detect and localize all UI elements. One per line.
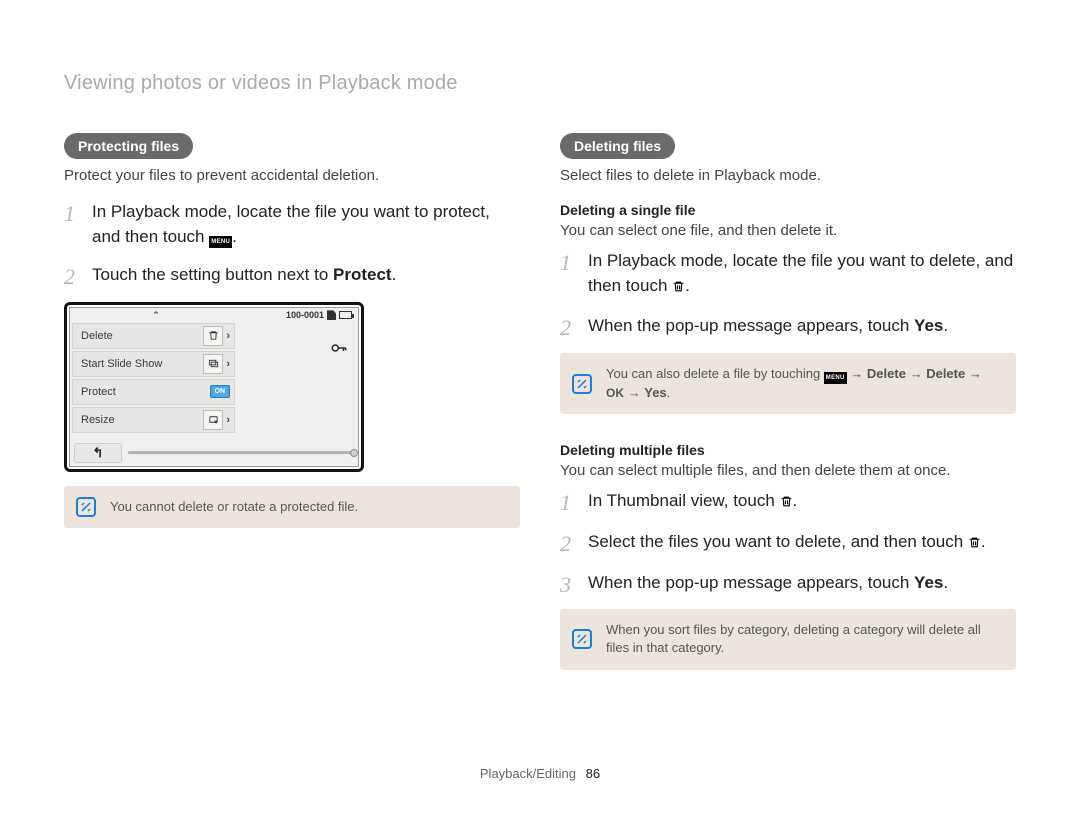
image-counter: 100-0001 (286, 310, 324, 320)
back-arrow-icon: ↰ (93, 445, 104, 461)
note-delete-single: You can also delete a file by touching M… (560, 353, 1016, 414)
step-text: When the pop-up message appears, touch (588, 573, 914, 592)
step-text: Touch the setting button next to (92, 265, 333, 284)
step-text: . (981, 532, 986, 551)
resize-icon (203, 410, 223, 430)
note-icon (572, 374, 592, 394)
step-text: . (793, 491, 798, 510)
arrow-sep: → (910, 366, 927, 381)
multi-lead: You can select multiple files, and then … (560, 462, 1016, 479)
list-item: In Playback mode, locate the file you wa… (560, 249, 1016, 300)
note-text: . (667, 385, 671, 400)
footer-section: Playback/Editing (480, 766, 576, 781)
list-item: In Playback mode, locate the file you wa… (64, 200, 520, 249)
subhead-multi: Deleting multiple files (560, 442, 1016, 458)
right-column: Deleting files Select files to delete in… (560, 133, 1016, 670)
device-menu-slideshow[interactable]: Start Slide Show › (72, 351, 235, 377)
note-text-bold: Delete (867, 366, 906, 381)
trash-icon (203, 326, 223, 346)
step-text-bold: Yes (914, 316, 943, 335)
deleting-lead: Select files to delete in Playback mode. (560, 167, 1016, 184)
section-pill-protecting: Protecting files (64, 133, 193, 159)
step-text: In Playback mode, locate the file you wa… (92, 202, 490, 246)
trash-icon (968, 532, 981, 557)
chevron-right-icon: › (226, 330, 230, 342)
step-text: . (685, 276, 690, 295)
subhead-single: Deleting a single file (560, 202, 1016, 218)
arrow-sep: → (969, 366, 982, 381)
note-delete-multi: When you sort files by category, deletin… (560, 609, 1016, 669)
note-text: You cannot delete or rotate a protected … (110, 499, 358, 514)
device-menu-protect[interactable]: Protect ON (72, 379, 235, 405)
step-text: In Playback mode, locate the file you wa… (588, 251, 1013, 295)
breadcrumb: Viewing photos or videos in Playback mod… (64, 72, 1016, 95)
note-icon (572, 629, 592, 649)
menu-label: Delete (81, 330, 113, 342)
menu-label: Resize (81, 414, 115, 426)
left-column: Protecting files Protect your files to p… (64, 133, 520, 670)
page-footer: Playback/Editing 86 (0, 766, 1080, 781)
menu-label: Start Slide Show (81, 358, 162, 370)
note-text-bold: Delete (926, 366, 965, 381)
multi-steps: In Thumbnail view, touch . Select the fi… (560, 489, 1016, 595)
key-lock-icon (330, 339, 348, 362)
device-menu-list: Delete › Start Slide Show (70, 321, 235, 440)
list-item: Touch the setting button next to Protect… (64, 263, 520, 288)
protecting-lead: Protect your files to prevent accidental… (64, 167, 520, 184)
device-scrubber[interactable] (128, 451, 354, 454)
note-text: You can also delete a file by touching (606, 366, 824, 381)
step-text: In Thumbnail view, touch (588, 491, 780, 510)
step-text: When the pop-up message appears, touch (588, 316, 914, 335)
single-steps: In Playback mode, locate the file you wa… (560, 249, 1016, 339)
step-text-bold: Protect (333, 265, 392, 284)
single-lead: You can select one file, and then delete… (560, 222, 1016, 239)
slideshow-icon (203, 354, 223, 374)
scrubber-knob[interactable] (350, 449, 358, 457)
protecting-steps: In Playback mode, locate the file you wa… (64, 200, 520, 288)
list-item: When the pop-up message appears, touch Y… (560, 314, 1016, 339)
list-item: In Thumbnail view, touch . (560, 489, 1016, 516)
ok-label: OK (606, 385, 624, 402)
arrow-sep: → (628, 385, 645, 400)
note-protect: You cannot delete or rotate a protected … (64, 486, 520, 528)
list-item: Select the files you want to delete, and… (560, 530, 1016, 557)
device-screenshot: ⌃ 100-0001 Delete (64, 302, 364, 472)
battery-icon (339, 311, 352, 319)
toggle-on-badge[interactable]: ON (210, 385, 231, 398)
list-item: When the pop-up message appears, touch Y… (560, 571, 1016, 596)
device-back-button[interactable]: ↰ (74, 443, 122, 463)
section-pill-deleting: Deleting files (560, 133, 675, 159)
step-text: . (232, 227, 237, 246)
caret-up-icon: ⌃ (76, 310, 236, 321)
trash-icon (672, 276, 685, 301)
footer-page-number: 86 (586, 766, 600, 781)
step-text: . (943, 316, 948, 335)
device-menu-delete[interactable]: Delete › (72, 323, 235, 349)
chevron-right-icon: › (226, 358, 230, 370)
device-menu-resize[interactable]: Resize › (72, 407, 235, 433)
menu-icon: MENU (209, 236, 232, 248)
trash-icon (780, 491, 793, 516)
step-text: . (392, 265, 397, 284)
note-text: When you sort files by category, deletin… (606, 622, 981, 655)
chevron-right-icon: › (226, 414, 230, 426)
step-text-bold: Yes (914, 573, 943, 592)
note-text-bold: Yes (644, 385, 666, 400)
sd-card-icon (327, 310, 336, 320)
note-icon (76, 497, 96, 517)
arrow-sep: → (850, 366, 867, 381)
step-text: Select the files you want to delete, and… (588, 532, 968, 551)
step-text: . (943, 573, 948, 592)
menu-label: Protect (81, 386, 116, 398)
menu-icon: MENU (824, 372, 847, 384)
